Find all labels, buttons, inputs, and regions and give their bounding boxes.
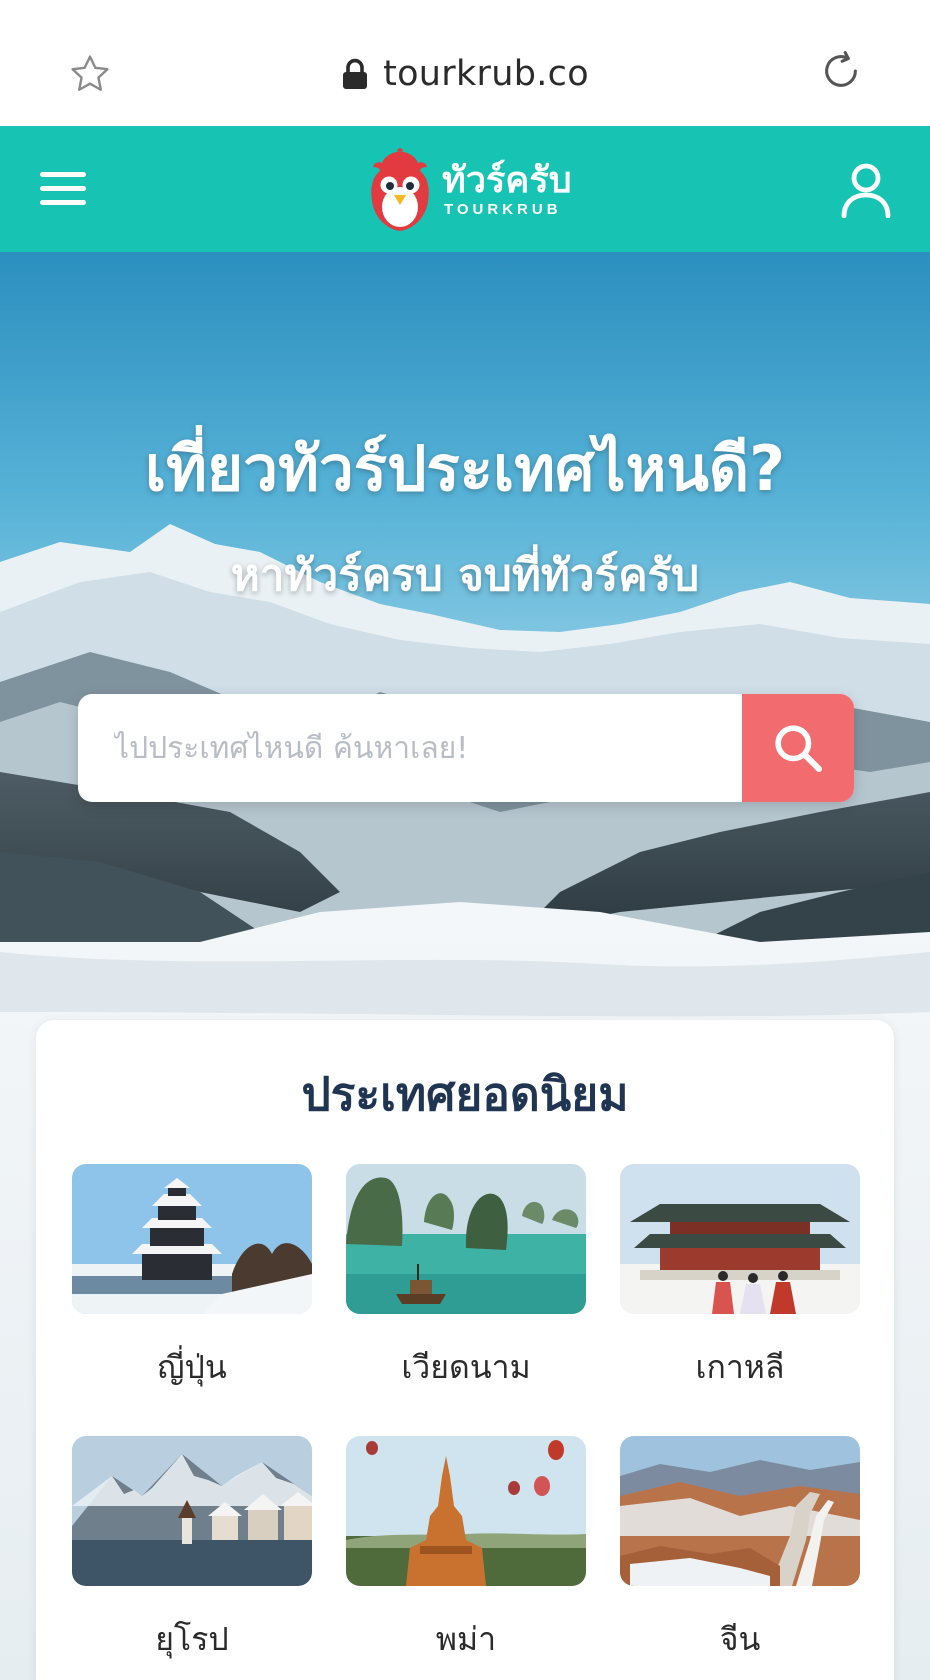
bird-mascot-icon bbox=[371, 148, 429, 231]
vietnam-halong-bay-image bbox=[346, 1164, 586, 1314]
country-tile-china[interactable]: จีน bbox=[620, 1436, 860, 1658]
country-label-myanmar: พม่า bbox=[435, 1620, 497, 1658]
country-label-europe: ยุโรป bbox=[155, 1620, 229, 1658]
menu-hamburger-icon[interactable] bbox=[40, 164, 88, 214]
japan-castle-image bbox=[72, 1164, 312, 1314]
country-label-korea: เกาหลี bbox=[695, 1348, 785, 1386]
lock-icon bbox=[343, 58, 368, 89]
url-text: tourkrub.co bbox=[383, 54, 589, 94]
site-logo[interactable]: ทัวร์ครับ TOURKRUB bbox=[364, 144, 572, 236]
popular-countries-card: ประเทศยอดนิยม ญี่ปุ่น เวียดนาม เกาหลี ยุ… bbox=[36, 1020, 894, 1680]
country-tile-japan[interactable]: ญี่ปุ่น bbox=[72, 1164, 312, 1386]
browser-address-bar: tourkrub.co bbox=[0, 0, 930, 126]
country-label-vietnam: เวียดนาม bbox=[401, 1348, 531, 1386]
reload-icon[interactable] bbox=[818, 48, 864, 94]
country-label-china: จีน bbox=[719, 1620, 761, 1658]
search-bar bbox=[78, 694, 854, 802]
country-tile-myanmar[interactable]: พม่า bbox=[346, 1436, 586, 1658]
europe-hallstatt-image bbox=[72, 1436, 312, 1586]
search-icon bbox=[775, 725, 823, 773]
search-input[interactable] bbox=[78, 694, 742, 802]
country-tile-korea[interactable]: เกาหลี bbox=[620, 1164, 860, 1386]
search-button[interactable] bbox=[742, 694, 854, 802]
country-tile-europe[interactable]: ยุโรป bbox=[72, 1436, 312, 1658]
china-great-wall-image bbox=[620, 1436, 860, 1586]
country-label-japan: ญี่ปุ่น bbox=[157, 1348, 227, 1386]
logo-thai-text: ทัวร์ครับ bbox=[442, 160, 572, 201]
country-tile-vietnam[interactable]: เวียดนาม bbox=[346, 1164, 586, 1386]
popular-countries-title: ประเทศยอดนิยม bbox=[301, 1067, 629, 1121]
korea-palace-image bbox=[620, 1164, 860, 1314]
user-account-icon[interactable] bbox=[840, 162, 892, 218]
url-field[interactable]: tourkrub.co bbox=[0, 46, 930, 102]
myanmar-bagan-image bbox=[346, 1436, 586, 1586]
hero-title: เที่ยวทัวร์ประเทศไหนดี? bbox=[144, 432, 786, 505]
logo-english-text: TOURKRUB bbox=[444, 201, 562, 218]
site-header: ทัวร์ครับ TOURKRUB bbox=[0, 126, 930, 252]
hero-subtitle: หาทัวร์ครบ จบที่ทัวร์ครับ bbox=[230, 550, 700, 601]
